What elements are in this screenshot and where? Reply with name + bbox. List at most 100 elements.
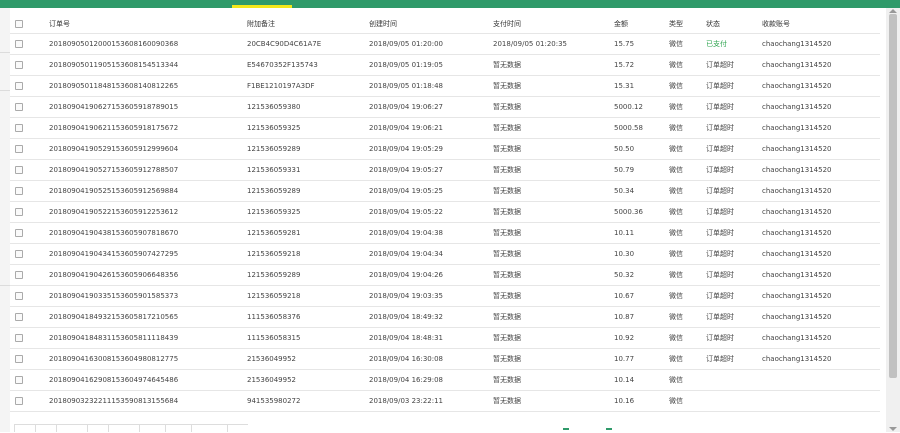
- row-select-cell: [10, 54, 49, 76]
- type-cell: 微信: [669, 327, 706, 349]
- row-checkbox[interactable]: [15, 103, 23, 111]
- account-cell: [762, 369, 880, 391]
- pagination-button[interactable]: [227, 425, 248, 432]
- status-cell: 订单超时: [706, 138, 762, 160]
- status-cell: 订单超时: [706, 327, 762, 349]
- pagination-button[interactable]: [87, 425, 108, 432]
- top-nav-bar: [0, 0, 900, 8]
- scroll-down-icon[interactable]: [889, 427, 897, 431]
- table-row[interactable]: 20180904190426153605906648356 12153605928…: [10, 264, 880, 286]
- order-no-cell: 20180904190621153605918175672: [49, 117, 247, 139]
- paid-time-cell: 暂无数据: [493, 264, 614, 286]
- order-no-cell: 20180904163008153604980812775: [49, 348, 247, 370]
- row-checkbox[interactable]: [15, 40, 23, 48]
- order-no-cell: 20180903232211153590813155684: [49, 390, 247, 412]
- table-row[interactable]: 20180903232211153590813155684 94153598027…: [10, 390, 880, 412]
- row-select-cell: [10, 369, 49, 391]
- row-checkbox[interactable]: [15, 82, 23, 90]
- type-cell: 微信: [669, 390, 706, 412]
- table-row[interactable]: 20180904190621153605918175672 12153605932…: [10, 117, 880, 139]
- pagination-button[interactable]: [139, 425, 165, 432]
- divider: [0, 90, 10, 91]
- table-row[interactable]: 20180905011848153608140812265 F1BE1210197…: [10, 75, 880, 97]
- account-cell: chaochang1314520: [762, 117, 880, 139]
- amount-cell: 50.34: [614, 180, 669, 202]
- scrollbar-thumb[interactable]: [889, 14, 897, 378]
- note-cell: 941535980272: [247, 390, 369, 412]
- table-row[interactable]: 20180904162908153604974645486 21536049952…: [10, 369, 880, 391]
- column-header-order-no[interactable]: 订单号: [49, 14, 247, 34]
- column-header-paid[interactable]: 支付时间: [493, 14, 614, 34]
- column-header-amount[interactable]: 金额: [614, 14, 669, 34]
- status-cell: 订单超时: [706, 285, 762, 307]
- amount-cell: 10.11: [614, 222, 669, 244]
- select-all-checkbox[interactable]: [15, 19, 23, 28]
- account-cell: chaochang1314520: [762, 243, 880, 265]
- order-no-cell: 20180905011905153608154513344: [49, 54, 247, 76]
- vertical-scrollbar[interactable]: [886, 8, 900, 432]
- paid-time-cell: 暂无数据: [493, 117, 614, 139]
- row-checkbox[interactable]: [15, 124, 23, 132]
- row-checkbox[interactable]: [15, 61, 23, 69]
- table-row[interactable]: 20180904190527153605912788507 12153605933…: [10, 159, 880, 181]
- row-checkbox[interactable]: [15, 355, 23, 363]
- type-cell: 微信: [669, 285, 706, 307]
- table-row[interactable]: 20180905011905153608154513344 E54670352F1…: [10, 54, 880, 76]
- pagination-button[interactable]: [165, 425, 191, 432]
- amount-cell: 10.87: [614, 306, 669, 328]
- amount-cell: 10.16: [614, 390, 669, 412]
- pagination-button[interactable]: [108, 425, 139, 432]
- table-row[interactable]: 20180904163008153604980812775 21536049952…: [10, 348, 880, 370]
- scroll-up-icon[interactable]: [889, 9, 897, 13]
- paid-time-cell: 暂无数据: [493, 201, 614, 223]
- column-header-account[interactable]: 收款账号: [762, 14, 880, 34]
- row-checkbox[interactable]: [15, 145, 23, 153]
- row-checkbox[interactable]: [15, 397, 23, 405]
- row-checkbox[interactable]: [15, 187, 23, 195]
- table-row[interactable]: 20180904184831153605811118439 11153605831…: [10, 327, 880, 349]
- paid-time-cell: 暂无数据: [493, 348, 614, 370]
- table-row[interactable]: 20180904190335153605901585373 12153605921…: [10, 285, 880, 307]
- amount-cell: 50.50: [614, 138, 669, 160]
- table-row[interactable]: 201809050120001536081600903​68 20CB4C90D4…: [10, 33, 880, 55]
- row-checkbox[interactable]: [15, 229, 23, 237]
- table-row[interactable]: 20180904190522153605912253612 12153605932…: [10, 201, 880, 223]
- row-select-cell: [10, 390, 49, 412]
- column-header-status[interactable]: 状态: [706, 14, 762, 34]
- table-row[interactable]: 20180904190438153605907818670 12153605928…: [10, 222, 880, 244]
- row-checkbox[interactable]: [15, 271, 23, 279]
- created-time-cell: 2018/09/04 19:06:21: [369, 117, 493, 139]
- row-checkbox[interactable]: [15, 376, 23, 384]
- row-checkbox[interactable]: [15, 166, 23, 174]
- row-checkbox[interactable]: [15, 208, 23, 216]
- table-row[interactable]: 20180904190525153605912569884 12153605928…: [10, 180, 880, 202]
- note-cell: 21536049952: [247, 369, 369, 391]
- pagination-button[interactable]: [14, 425, 35, 432]
- pagination-button[interactable]: [56, 425, 87, 432]
- row-checkbox[interactable]: [15, 292, 23, 300]
- divider: [0, 52, 10, 53]
- created-time-cell: 2018/09/04 19:05:29: [369, 138, 493, 160]
- created-time-cell: 2018/09/04 16:29:08: [369, 369, 493, 391]
- table-row[interactable]: 20180904190627153605918789015 12153605938…: [10, 96, 880, 118]
- column-header-note[interactable]: 附加备注: [247, 14, 369, 34]
- pagination-button[interactable]: [35, 425, 56, 432]
- row-checkbox[interactable]: [15, 313, 23, 321]
- paid-time-cell: 暂无数据: [493, 180, 614, 202]
- order-no-cell: 20180904190525153605912569884: [49, 180, 247, 202]
- row-checkbox[interactable]: [15, 334, 23, 342]
- table-row[interactable]: 20180904190529153605912999604 12153605928…: [10, 138, 880, 160]
- column-header-created[interactable]: 创建时间: [369, 14, 493, 34]
- row-checkbox[interactable]: [15, 250, 23, 258]
- paid-time-cell: 暂无数据: [493, 222, 614, 244]
- pagination-button[interactable]: [191, 425, 227, 432]
- status-cell: 订单超时: [706, 75, 762, 97]
- created-time-cell: 2018/09/04 19:05:22: [369, 201, 493, 223]
- column-header-type[interactable]: 类型: [669, 14, 706, 34]
- table-row[interactable]: 20180904184932153605817210565 11153605837…: [10, 306, 880, 328]
- table-row[interactable]: 20180904190434153605907427295 12153605921…: [10, 243, 880, 265]
- status-cell: [706, 369, 762, 391]
- account-cell: chaochang1314520: [762, 138, 880, 160]
- amount-cell: 10.30: [614, 243, 669, 265]
- account-cell: chaochang1314520: [762, 285, 880, 307]
